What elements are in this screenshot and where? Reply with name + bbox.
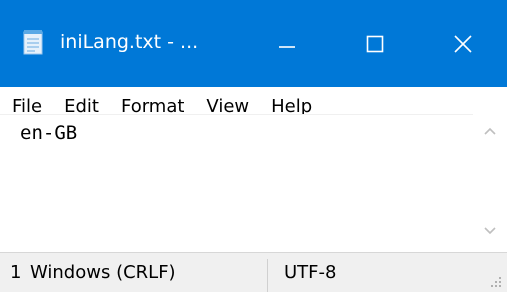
status-encoding: UTF-8 bbox=[284, 262, 337, 283]
maximize-icon bbox=[366, 35, 384, 52]
chevron-down-icon bbox=[484, 227, 496, 235]
status-divider bbox=[267, 259, 268, 292]
text-editor[interactable]: en-GB bbox=[0, 114, 473, 253]
scroll-down-button[interactable] bbox=[473, 218, 507, 244]
title-bar[interactable]: iniLang.txt - ... bbox=[0, 0, 507, 87]
notepad-icon bbox=[23, 30, 43, 55]
minimize-icon bbox=[279, 45, 295, 48]
vertical-scrollbar[interactable] bbox=[473, 114, 507, 252]
status-line-ending: Windows (CRLF) bbox=[30, 262, 176, 283]
close-icon bbox=[454, 34, 472, 53]
chevron-up-icon bbox=[484, 127, 496, 135]
notepad-window: iniLang.txt - ... File Edit Format View … bbox=[0, 0, 507, 292]
status-bar: 1 Windows (CRLF) UTF-8 bbox=[0, 252, 507, 292]
resize-grip-icon[interactable] bbox=[489, 275, 503, 289]
status-position: 1 bbox=[10, 262, 22, 283]
window-title: iniLang.txt - ... bbox=[60, 31, 199, 53]
maximize-button[interactable] bbox=[331, 0, 419, 87]
minimize-button[interactable] bbox=[243, 0, 331, 87]
scroll-up-button[interactable] bbox=[473, 118, 507, 144]
editor-content[interactable]: en-GB bbox=[20, 119, 77, 147]
close-button[interactable] bbox=[419, 0, 507, 87]
